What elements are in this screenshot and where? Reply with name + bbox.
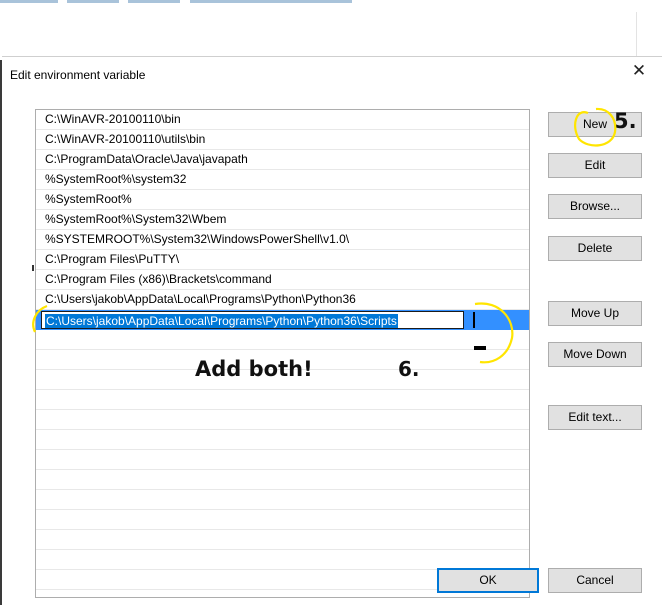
text-caret: [473, 312, 475, 328]
annotation-step-5: 5.: [614, 109, 637, 133]
list-item-empty[interactable]: [36, 450, 529, 470]
path-entries-list[interactable]: C:\WinAVR-20100110\bin C:\WinAVR-2010011…: [35, 109, 530, 598]
background-window-edge: [636, 12, 637, 60]
list-item-empty[interactable]: [36, 490, 529, 510]
list-item[interactable]: C:\WinAVR-20100110\utils\bin: [36, 130, 529, 150]
list-item-editing[interactable]: C:\Users\jakob\AppData\Local\Programs\Py…: [36, 310, 529, 330]
list-item[interactable]: %SystemRoot%\system32: [36, 170, 529, 190]
move-up-button[interactable]: Move Up: [548, 301, 642, 326]
list-item-empty[interactable]: [36, 510, 529, 530]
list-item-empty[interactable]: [36, 410, 529, 430]
delete-button[interactable]: Delete: [548, 236, 642, 261]
list-item[interactable]: C:\Program Files\PuTTY\: [36, 250, 529, 270]
list-item[interactable]: C:\Program Files (x86)\Brackets\command: [36, 270, 529, 290]
annotation-add-both: Add both!: [195, 357, 313, 381]
list-item[interactable]: %SystemRoot%: [36, 190, 529, 210]
move-down-button[interactable]: Move Down: [548, 342, 642, 367]
list-item[interactable]: %SystemRoot%\System32\Wbem: [36, 210, 529, 230]
list-item-empty[interactable]: [36, 470, 529, 490]
list-item-empty[interactable]: [36, 530, 529, 550]
browse-button[interactable]: Browse...: [548, 194, 642, 219]
path-entry-edit-field[interactable]: C:\Users\jakob\AppData\Local\Programs\Py…: [41, 311, 464, 329]
list-item-empty[interactable]: [36, 330, 529, 350]
edit-environment-variable-dialog: Edit environment variable ✕ C:\WinAVR-20…: [2, 56, 662, 605]
cancel-button[interactable]: Cancel: [548, 568, 642, 593]
close-icon[interactable]: ✕: [626, 60, 652, 84]
ok-button[interactable]: OK: [437, 568, 539, 593]
annotation-step-6: 6.: [398, 357, 420, 381]
list-item-empty[interactable]: [36, 390, 529, 410]
list-item[interactable]: C:\ProgramData\Oracle\Java\javapath: [36, 150, 529, 170]
list-item[interactable]: C:\WinAVR-20100110\bin: [36, 110, 529, 130]
list-item-empty[interactable]: [36, 550, 529, 570]
edit-button[interactable]: Edit: [548, 153, 642, 178]
list-item[interactable]: C:\Users\jakob\AppData\Local\Programs\Py…: [36, 290, 529, 310]
edit-text-button[interactable]: Edit text...: [548, 405, 642, 430]
list-left-mark: [32, 265, 34, 271]
list-item[interactable]: %SYSTEMROOT%\System32\WindowsPowerShell\…: [36, 230, 529, 250]
list-item-empty[interactable]: [36, 430, 529, 450]
dialog-title: Edit environment variable: [10, 68, 146, 82]
path-entry-edit-value: C:\Users\jakob\AppData\Local\Programs\Py…: [45, 314, 398, 328]
background-window-strip: [0, 0, 360, 4]
